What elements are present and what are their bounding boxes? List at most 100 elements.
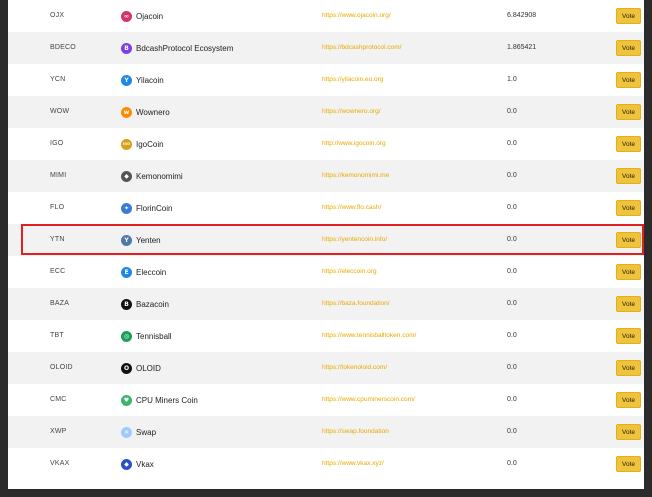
- coin-name-cell: ◎ Tennisball: [121, 320, 172, 352]
- coin-name: CPU Miners Coin: [136, 395, 198, 405]
- coin-ticker: XWP: [50, 428, 67, 435]
- vote-button[interactable]: Vote: [616, 328, 641, 344]
- coin-score: 0.0: [507, 396, 517, 403]
- coin-score: 0.0: [507, 364, 517, 371]
- coin-table: OJX ∞ Ojacoin https://www.ojacoin.org/6.842…: [8, 0, 644, 489]
- coin-score: 6.842908: [507, 12, 537, 19]
- wownero-icon: w: [121, 106, 132, 118]
- oloid-icon: O: [121, 362, 132, 374]
- coin-name-cell: IGO IgoCoin: [121, 128, 164, 160]
- coin-website-link[interactable]: https://swap.foundation: [322, 416, 389, 448]
- bazacoin-icon: B: [121, 298, 132, 310]
- coin-name-cell: ✦ FlorinCoin: [121, 192, 172, 224]
- coin-score: 0.0: [507, 268, 517, 275]
- coin-score: 0.0: [507, 204, 517, 211]
- coin-website-link[interactable]: https://kemonomimi.me: [322, 160, 389, 192]
- table-row: WOW w Wownero https://wownero.org/0.0 Vote: [8, 96, 644, 128]
- vote-button[interactable]: Vote: [616, 392, 641, 408]
- coin-website-link[interactable]: https://baza.foundation/: [322, 288, 390, 320]
- vote-button[interactable]: Vote: [616, 424, 641, 440]
- coin-website-link[interactable]: https://www.ojacoin.org/: [322, 0, 391, 32]
- coin-name: Wownero: [136, 107, 170, 117]
- bdcash-icon: B: [121, 42, 132, 54]
- coin-website-link[interactable]: https://wownero.org/: [322, 96, 381, 128]
- coin-website-link[interactable]: https://yentencoin.info/: [322, 224, 387, 256]
- coin-score: 0.0: [507, 300, 517, 307]
- coin-ticker: BDECO: [50, 44, 76, 51]
- coin-name-cell: O OLOID: [121, 352, 161, 384]
- vote-button[interactable]: Vote: [616, 40, 641, 56]
- coin-ticker: MIMI: [50, 172, 67, 179]
- coin-website-link[interactable]: https://www.tennisballtoken.com/: [322, 320, 416, 352]
- coin-score: 1.0: [507, 76, 517, 83]
- ojacoin-icon: ∞: [121, 10, 132, 22]
- table-row: XWP ✕ Swap https://swap.foundation 0.0 Vote: [8, 416, 644, 448]
- coin-name-cell: w Wownero: [121, 96, 170, 128]
- coin-ticker: BAZA: [50, 300, 70, 307]
- vote-button[interactable]: Vote: [616, 8, 641, 24]
- vote-button[interactable]: Vote: [616, 136, 641, 152]
- eleccoin-icon: E: [121, 266, 132, 278]
- coin-ticker: VKAX: [50, 460, 70, 467]
- table-row: YCN Y Yilacoin https://yilacoin.eu.org 1.0 Vo…: [8, 64, 644, 96]
- table-row: BDECO B BdcashProtocol Ecosystem https://bd…: [8, 32, 644, 64]
- coin-name-cell: B BdcashProtocol Ecosystem: [121, 32, 233, 64]
- coin-name-cell: ◆ Kemonomimi: [121, 160, 183, 192]
- coin-name: Tennisball: [136, 331, 172, 341]
- coin-website-link[interactable]: https://www.flo.cash/: [322, 192, 381, 224]
- table-row: VKAX ◆ Vkax https://www.vkax.xyz/0.0 Vote: [8, 448, 644, 480]
- vote-button[interactable]: Vote: [616, 200, 641, 216]
- coin-name: FlorinCoin: [136, 203, 173, 213]
- coin-website-link[interactable]: https://yilacoin.eu.org: [322, 64, 383, 96]
- cpuminers-icon: ♥: [121, 394, 132, 406]
- vote-button[interactable]: Vote: [616, 72, 641, 88]
- vote-button[interactable]: Vote: [616, 360, 641, 376]
- table-row: FLO ✦ FlorinCoin https://www.flo.cash/0.0 Vo…: [8, 192, 644, 224]
- table-row: YTN Y Yenten https://yentencoin.info/0.0 Vot…: [8, 224, 644, 256]
- vote-button[interactable]: Vote: [616, 104, 641, 120]
- coin-name: Yilacoin: [136, 75, 164, 85]
- coin-score: 0.0: [507, 140, 517, 147]
- table-row: OLOID O OLOID https://tokenoloid.com/0.0 Vot…: [8, 352, 644, 384]
- coin-ticker: CMC: [50, 396, 67, 403]
- table-row: OJX ∞ Ojacoin https://www.ojacoin.org/6.842…: [8, 0, 644, 32]
- coin-name-cell: ∞ Ojacoin: [121, 0, 163, 32]
- coin-name: BdcashProtocol Ecosystem: [136, 43, 234, 53]
- coin-ticker: OLOID: [50, 364, 73, 371]
- coin-name: Ojacoin: [136, 11, 164, 21]
- coin-name-cell: ◆ Vkax: [121, 448, 154, 480]
- swap-icon: ✕: [121, 426, 132, 438]
- coin-name: Swap: [136, 427, 157, 437]
- vote-button[interactable]: Vote: [616, 296, 641, 312]
- table-row: CMC ♥ CPU Miners Coin https://www.cpuminers…: [8, 384, 644, 416]
- coin-website-link[interactable]: https://www.cpuminerscoin.com/: [322, 384, 415, 416]
- coin-name: IgoCoin: [136, 139, 164, 149]
- vote-button[interactable]: Vote: [616, 168, 641, 184]
- coin-ticker: YCN: [50, 76, 66, 83]
- coin-website-link[interactable]: https://tokenoloid.com/: [322, 352, 387, 384]
- coin-score: 0.0: [507, 172, 517, 179]
- coin-ticker: FLO: [50, 204, 65, 211]
- kemonomimi-icon: ◆: [121, 170, 132, 182]
- coin-score: 0.0: [507, 460, 517, 467]
- vote-button[interactable]: Vote: [616, 232, 641, 248]
- coin-website-link[interactable]: https://www.vkax.xyz/: [322, 448, 384, 480]
- florincoin-icon: ✦: [121, 202, 132, 214]
- coin-website-link[interactable]: http://www.igocoin.org: [322, 128, 386, 160]
- coin-website-link[interactable]: https://bdcashprotocol.com/: [322, 32, 402, 64]
- coin-ticker: YTN: [50, 236, 65, 243]
- table-row: BAZA B Bazacoin https://baza.foundation/0.0…: [8, 288, 644, 320]
- vote-button[interactable]: Vote: [616, 264, 641, 280]
- coin-name-cell: Y Yenten: [121, 224, 161, 256]
- coin-score: 0.0: [507, 428, 517, 435]
- vote-button[interactable]: Vote: [616, 456, 641, 472]
- coin-name-cell: ♥ CPU Miners Coin: [121, 384, 198, 416]
- tennisball-icon: ◎: [121, 330, 132, 342]
- yilacoin-icon: Y: [121, 74, 132, 86]
- coin-name-cell: ✕ Swap: [121, 416, 156, 448]
- coin-name: Kemonomimi: [136, 171, 183, 181]
- coin-website-link[interactable]: https://eleccoin.org: [322, 256, 377, 288]
- coin-name: Vkax: [136, 459, 154, 469]
- igocoin-icon: IGO: [121, 138, 132, 150]
- coin-score: 0.0: [507, 236, 517, 243]
